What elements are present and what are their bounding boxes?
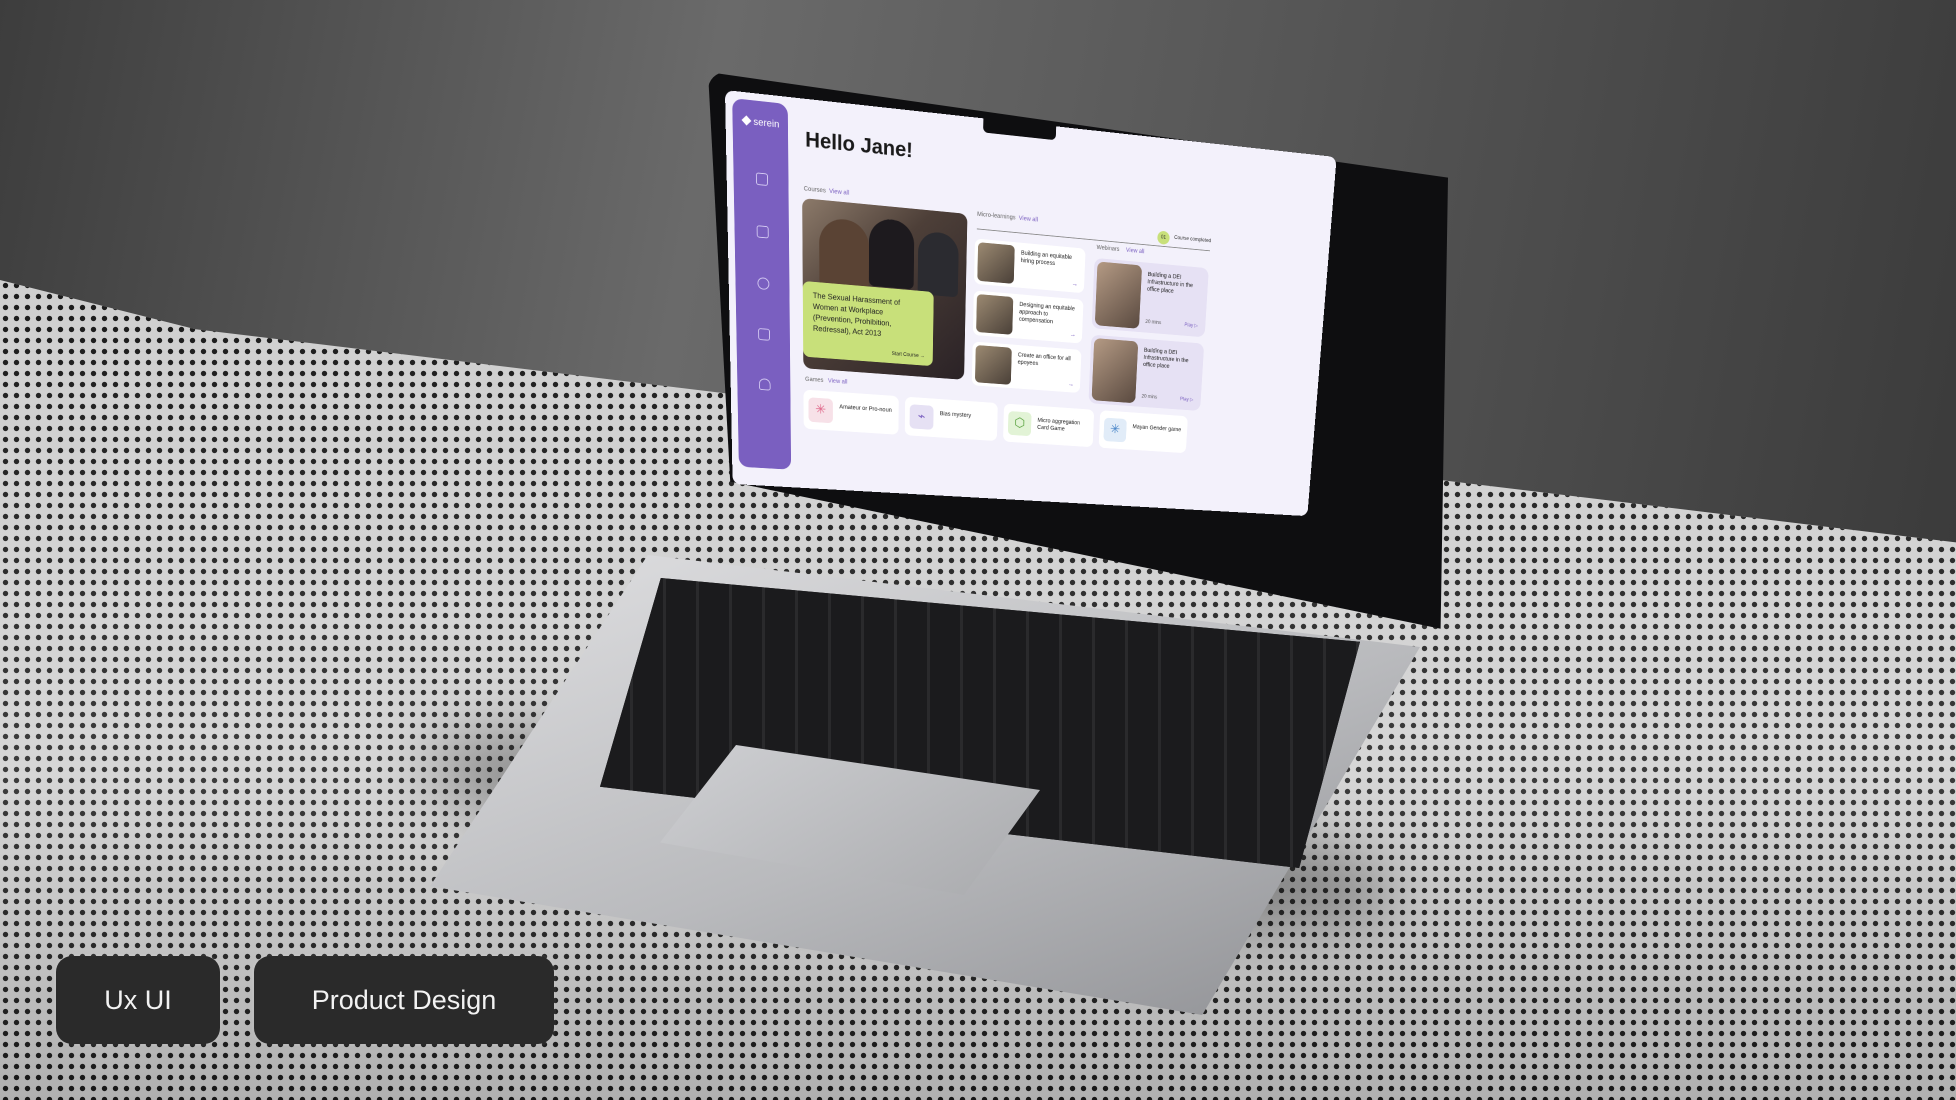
camera-notch: [983, 118, 1057, 141]
app-logo[interactable]: serein: [741, 115, 780, 131]
game-card[interactable]: ✳ Mayan Gender game: [1098, 410, 1188, 454]
game-card[interactable]: ⌁ Bias mystery: [904, 396, 998, 442]
webinars-view-all-link[interactable]: View all: [1126, 247, 1145, 254]
micro-learning-title: Building an equitable hiring process: [1020, 250, 1073, 267]
start-course-button[interactable]: Start Course →: [892, 352, 925, 359]
game-card[interactable]: ✳ Amateur or Pro-noun: [803, 389, 899, 435]
webinar-thumbnail: [1094, 261, 1143, 329]
play-label: Play: [1184, 322, 1194, 329]
micro-learning-title: Create an office for all epoyees: [1017, 352, 1071, 367]
circle-icon[interactable]: [757, 277, 770, 291]
arrow-right-icon: →: [919, 353, 925, 360]
micro-learning-thumbnail: [976, 294, 1014, 335]
micro-learnings-section-label: Micro-learnings: [977, 211, 1016, 222]
courses-section-label: Courses: [803, 185, 826, 195]
micro-learnings-view-all-link[interactable]: View all: [1019, 215, 1038, 223]
start-course-label: Start Course: [891, 351, 919, 359]
micro-learning-thumbnail: [977, 242, 1015, 284]
webinar-duration: 20 mins: [1145, 319, 1162, 326]
asterisk-icon: ✳: [1103, 417, 1127, 443]
arrow-right-icon[interactable]: →: [1068, 380, 1074, 388]
user-icon[interactable]: [758, 378, 771, 391]
graduation-cap-icon[interactable]: [756, 225, 769, 239]
calendar-icon[interactable]: [758, 328, 770, 341]
tag-ux-ui: Ux UI: [56, 956, 220, 1044]
course-photo-person: [819, 217, 870, 290]
laptop-screen-wrap: serein Hello Jane! Courses View all The …: [710, 60, 1470, 520]
webinar-thumbnail: [1091, 338, 1139, 404]
logo-text: serein: [753, 116, 780, 131]
micro-learning-item[interactable]: Designing an equitable approach to compe…: [972, 290, 1084, 344]
sidebar: serein: [732, 98, 792, 470]
webinar-title: Building a DEI Infrastructure in the off…: [1142, 347, 1189, 370]
webinar-duration: 20 mins: [1141, 394, 1158, 401]
tag-product-design: Product Design: [254, 956, 554, 1044]
webinar-card[interactable]: Building a DEI Infrastructure in the off…: [1088, 334, 1205, 411]
asterisk-icon: ✳: [808, 397, 833, 424]
game-title: Bias mystery: [939, 411, 972, 419]
webinar-play-button[interactable]: Play ▷: [1184, 322, 1198, 329]
game-title: Amateur or Pro-noun: [839, 404, 892, 414]
webinars-section-label: Webinars: [1096, 244, 1120, 253]
app-screen: serein Hello Jane! Courses View all The …: [725, 90, 1337, 517]
games-view-all-link[interactable]: View all: [828, 378, 848, 385]
micro-learning-thumbnail: [974, 344, 1012, 385]
play-icon: ▷: [1189, 397, 1194, 403]
arrow-right-icon[interactable]: →: [1070, 330, 1076, 338]
play-icon: ▷: [1194, 323, 1198, 329]
greeting-heading: Hello Jane!: [805, 127, 913, 163]
micro-learning-item[interactable]: Building an equitable hiring process →: [973, 238, 1086, 294]
micro-learning-item[interactable]: Create an office for all epoyees →: [971, 341, 1082, 393]
featured-course-card[interactable]: The Sexual Harassment of Women at Workpl…: [802, 198, 968, 380]
courses-completed-label: Course completed: [1174, 235, 1212, 244]
course-overlay: The Sexual Harassment of Women at Workpl…: [802, 280, 934, 367]
logo-icon: [741, 115, 752, 126]
chart-icon[interactable]: [755, 172, 769, 186]
nodes-icon: ⌁: [909, 404, 934, 430]
course-photo-person: [917, 230, 959, 298]
webinar-title: Building a DEI Infrastructure in the off…: [1146, 271, 1194, 295]
arrow-right-icon[interactable]: →: [1072, 280, 1078, 288]
webinar-play-button[interactable]: Play ▷: [1179, 396, 1194, 403]
game-title: Mayan Gender game: [1132, 424, 1182, 433]
game-title: Micro aggregation Card Game: [1037, 417, 1081, 433]
games-section-label: Games: [805, 376, 824, 384]
cube-icon: ⬡: [1007, 410, 1032, 437]
game-card[interactable]: ⬡ Micro aggregation Card Game: [1003, 403, 1095, 448]
play-label: Play: [1179, 397, 1189, 403]
courses-completed-badge: 01: [1157, 230, 1170, 245]
course-title: The Sexual Harassment of Women at Workpl…: [812, 291, 901, 338]
courses-view-all-link[interactable]: View all: [829, 188, 849, 196]
micro-learning-title: Designing an equitable approach to compe…: [1018, 301, 1075, 325]
webinar-card[interactable]: Building a DEI Infrastructure in the off…: [1091, 257, 1209, 338]
course-photo-person: [868, 217, 915, 290]
